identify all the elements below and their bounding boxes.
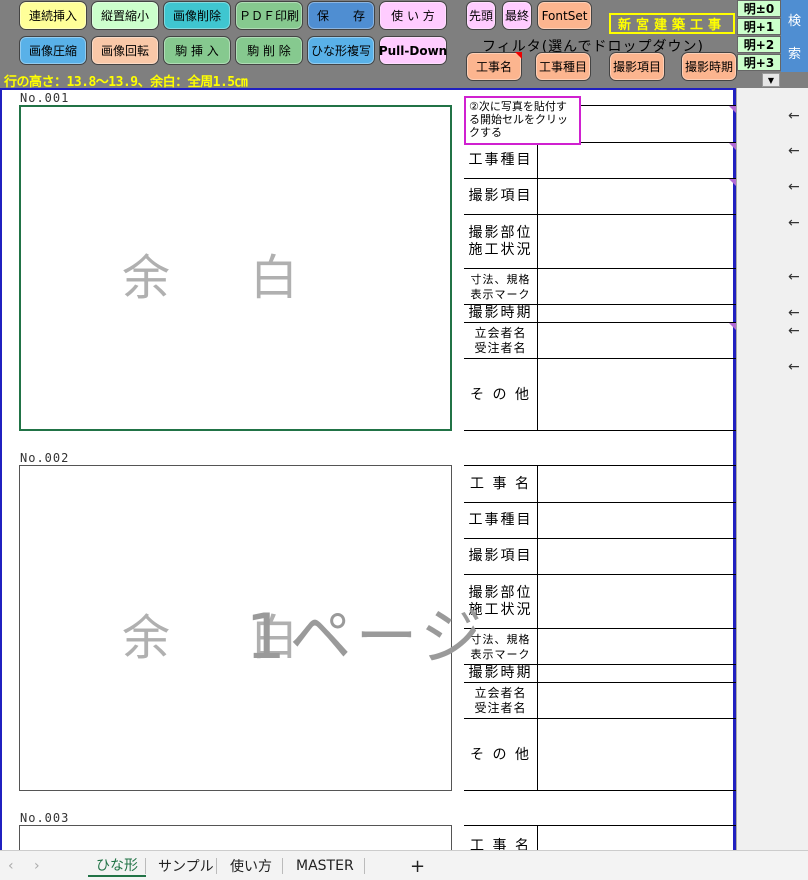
label: 工事種目 xyxy=(464,143,538,178)
label: そ の 他 xyxy=(464,359,538,431)
info-row-sonota[interactable]: そ の 他 xyxy=(464,718,736,791)
tab-prev-icon[interactable]: ‹ xyxy=(0,855,22,877)
tab-master[interactable]: MASTER xyxy=(288,855,362,877)
left-arrow-icon: ← xyxy=(788,179,800,195)
label: 撮影時期 xyxy=(464,305,538,322)
label-line: 立会者名 xyxy=(474,685,527,700)
page-watermark: 1ページ xyxy=(246,600,487,673)
tab-hinagata[interactable]: ひな形 xyxy=(88,855,146,877)
renzoku-sonyu-button[interactable]: 連続挿入 xyxy=(19,1,87,30)
label-line: 施工状況 xyxy=(468,241,533,258)
label-line: 寸法、規格 xyxy=(470,272,531,286)
label-line: 受注者名 xyxy=(474,700,527,715)
usage-button[interactable]: 使 い 方 xyxy=(379,1,447,30)
gazo-asshuku-button[interactable]: 画像圧縮 xyxy=(19,36,87,65)
search-label-2: 索 xyxy=(787,47,801,62)
search-label-1: 検 xyxy=(787,14,801,29)
sentou-button[interactable]: 先頭 xyxy=(466,1,496,30)
info-row-sonota[interactable]: そ の 他 xyxy=(464,358,736,431)
info-row-komoku[interactable]: 撮影項目 xyxy=(464,178,736,214)
info-table-1: 工事種目 撮影項目 撮影部位 施工状況 寸法、規格 表示マーク 撮影時期 立会者名受… xyxy=(464,105,736,431)
left-arrow-icon: ← xyxy=(788,143,800,159)
label: 立会者名 受注者名 xyxy=(464,323,538,358)
label-line: 撮影部位 xyxy=(468,224,533,241)
tab-separator xyxy=(216,858,217,874)
record-no-3: No.003 xyxy=(20,811,70,825)
koma-sakujo-button[interactable]: 駒 削 除 xyxy=(235,36,303,65)
filter-shumoku-button[interactable]: 工事種目 xyxy=(535,52,591,81)
filter-komoku-button[interactable]: 撮影項目 xyxy=(609,52,665,81)
hinagata-copy-button[interactable]: ひな形複写 xyxy=(307,36,375,65)
info-row-sunpo[interactable]: 寸法、規格 表示マーク xyxy=(464,268,736,304)
tab-separator xyxy=(364,858,365,874)
ribbon-toolbar: 連続挿入 縦置縮小 画像削除 ＰＤＦ印刷 保 存 使 い 方 画像圧縮 画像回転… xyxy=(0,0,808,90)
label: 撮影項目 xyxy=(464,179,538,214)
label: 撮影項目 xyxy=(464,539,538,574)
brightness-2-button[interactable]: 明+2 xyxy=(737,36,781,53)
save-button[interactable]: 保 存 xyxy=(307,1,375,30)
label: 立会者名 受注者名 xyxy=(464,683,538,718)
left-arrow-icon: ← xyxy=(788,108,800,124)
info-row-sunpo[interactable]: 寸法、規格 表示マーク xyxy=(464,628,736,664)
sheet-tab-bar: ‹ › ひな形 サンプル 使い方 MASTER + xyxy=(0,850,808,880)
label: 工 事 名 xyxy=(464,466,538,502)
saishu-button[interactable]: 最終 xyxy=(502,1,532,30)
brightness-0-button[interactable]: 明±0 xyxy=(737,0,781,17)
info-row-shumoku[interactable]: 工事種目 xyxy=(464,502,736,538)
brightness-3-button[interactable]: 明+3 xyxy=(737,54,781,71)
yohaku-1: 余白 xyxy=(122,250,379,306)
label-line: 受注者名 xyxy=(474,340,527,355)
info-row-tachiai[interactable]: 立会者名 受注者名 xyxy=(464,322,736,358)
tab-sample[interactable]: サンプル xyxy=(150,855,222,877)
label-line: 立会者名 xyxy=(474,325,527,340)
chevron-down-icon[interactable]: ▼ xyxy=(762,73,780,87)
brightness-1-button[interactable]: 明+1 xyxy=(737,18,781,35)
record-no-2: No.002 xyxy=(20,451,70,465)
info-row-koji[interactable]: 工 事 名 xyxy=(464,465,736,502)
tab-separator xyxy=(145,858,146,874)
pulldown-button[interactable]: Pull-Down xyxy=(379,36,447,65)
info-row-shumoku[interactable]: 工事種目 xyxy=(464,142,736,178)
label: 寸法、規格 表示マーク xyxy=(464,269,538,304)
fontset-button[interactable]: FontSet xyxy=(537,1,592,30)
tate-shuku-button[interactable]: 縦置縮小 xyxy=(91,1,159,30)
label: そ の 他 xyxy=(464,719,538,791)
instruction-comment: ②次に写真を貼付する開始セルをクリックする xyxy=(464,96,581,145)
info-row-bui[interactable]: 撮影部位 施工状況 xyxy=(464,574,736,628)
filter-koji-button[interactable]: 工事名 xyxy=(466,52,522,81)
info-row-jiki[interactable]: 撮影時期 xyxy=(464,664,736,682)
right-gutter xyxy=(736,88,808,850)
left-arrow-icon: ← xyxy=(788,269,800,285)
left-arrow-icon: ← xyxy=(788,215,800,231)
add-sheet-icon[interactable]: + xyxy=(402,855,433,877)
info-row-bui[interactable]: 撮影部位 施工状況 xyxy=(464,214,736,268)
koma-sonyu-button[interactable]: 駒 挿 入 xyxy=(163,36,231,65)
left-arrow-icon: ← xyxy=(788,359,800,375)
left-arrow-icon: ← xyxy=(788,305,800,321)
label-line: 表示マーク xyxy=(470,287,531,301)
pdf-print-button[interactable]: ＰＤＦ印刷 xyxy=(235,1,303,30)
info-row-komoku[interactable]: 撮影項目 xyxy=(464,538,736,574)
tab-separator xyxy=(282,858,283,874)
info-table-2: 工 事 名 工事種目 撮影項目 撮影部位 施工状況 寸法、規格 表示マーク 撮影時期… xyxy=(464,465,736,791)
label: 工事種目 xyxy=(464,503,538,538)
search-button[interactable]: 検 索 xyxy=(781,0,808,72)
tab-usage[interactable]: 使い方 xyxy=(222,855,280,877)
left-arrow-icon: ← xyxy=(788,323,800,339)
record-no-1: No.001 xyxy=(20,91,70,105)
tab-next-icon[interactable]: › xyxy=(26,855,48,877)
info-row-jiki[interactable]: 撮影時期 xyxy=(464,304,736,322)
gazo-kaiten-button[interactable]: 画像回転 xyxy=(91,36,159,65)
label: 撮影部位 施工状況 xyxy=(464,215,538,268)
filter-jiki-button[interactable]: 撮影時期 xyxy=(681,52,737,81)
info-row-tachiai[interactable]: 立会者名 受注者名 xyxy=(464,682,736,718)
gazo-sakujo-button[interactable]: 画像削除 xyxy=(163,1,231,30)
project-name-label: 新宮建築工事 xyxy=(609,13,735,34)
